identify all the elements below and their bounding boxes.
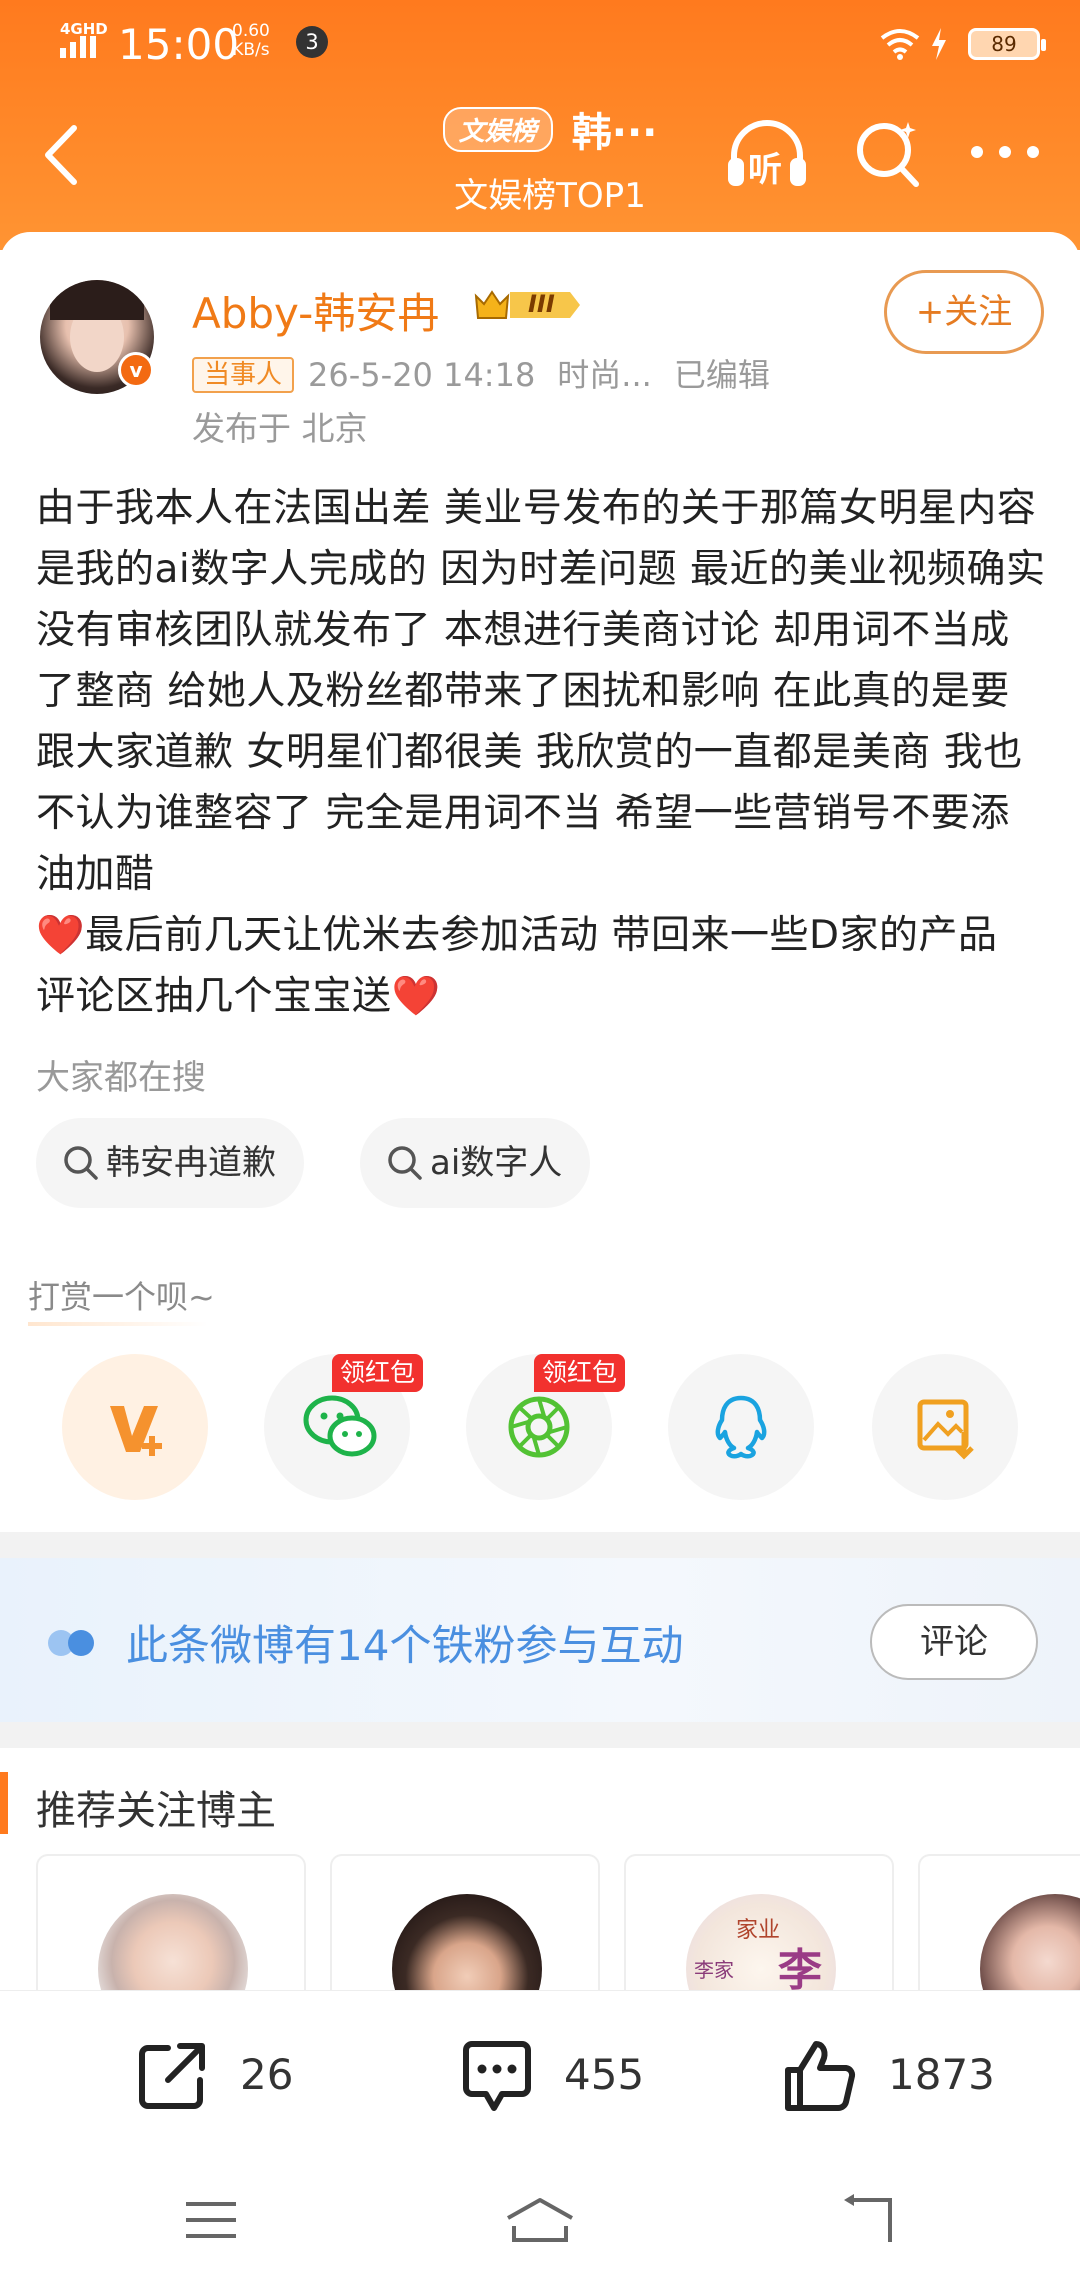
recommend-card[interactable]: 家业 李家 李 xyxy=(624,1854,894,2000)
comment-action-button[interactable]: 455 xyxy=(456,2036,656,2116)
vplus-tip-button[interactable] xyxy=(62,1354,208,1500)
moments-icon xyxy=(508,1396,570,1458)
speed-unit: KB/s xyxy=(232,40,270,60)
thumbs-up-icon xyxy=(785,2041,856,2111)
fans-icon xyxy=(48,1630,94,1656)
heart-emoji-end: ❤️ xyxy=(391,974,441,1019)
recommend-avatar-text: 家业 xyxy=(736,1918,781,1943)
search-chip-1[interactable]: 韩安冉道歉 xyxy=(36,1118,304,1208)
recommend-card[interactable] xyxy=(918,1854,1080,2000)
section-accent-bar xyxy=(0,1772,8,1834)
post-text-tail: 最后前几天让优米去参加活动 带回来一些D家的产品 评论区抽几个宝宝送 xyxy=(36,913,998,1019)
back-nav-icon[interactable] xyxy=(840,2194,894,2246)
battery-indicator: 89 xyxy=(968,28,1046,60)
search-chip-2[interactable]: ai数字人 xyxy=(360,1118,591,1208)
tip-label: 打赏一个呗~ xyxy=(28,1278,215,1316)
more-options-icon[interactable] xyxy=(965,140,1045,164)
notification-count-badge: 3 xyxy=(296,26,328,58)
search-chip-label: 韩安冉道歉 xyxy=(106,1143,276,1183)
section-divider xyxy=(0,1532,1080,1558)
tip-underline xyxy=(28,1322,208,1326)
like-button[interactable]: 1873 xyxy=(780,2036,1020,2116)
search-icon[interactable] xyxy=(852,116,924,192)
recommend-avatar-text: 李 xyxy=(778,1945,822,1996)
repost-button[interactable]: 26 xyxy=(132,2036,312,2116)
ranking-badge: 文娱榜 xyxy=(442,106,553,152)
recommend-avatar xyxy=(98,1894,248,2000)
back-arrow-icon[interactable] xyxy=(36,120,86,190)
recommend-avatar xyxy=(980,1894,1080,2000)
listen-label: 听 xyxy=(748,150,782,190)
post-text-main: 由于我本人在法国出差 美业号发布的关于那篇女明星内容 是我的ai数字人完成的 因… xyxy=(36,486,1046,897)
post-timestamp: 26-5-20 14:18 xyxy=(308,356,536,394)
qq-share-button[interactable] xyxy=(668,1354,814,1500)
topic-header[interactable]: 文娱榜 韩··· 文娱榜TOP1 xyxy=(400,100,700,217)
status-bar: 4GHD 15:00 0.60 KB/s 3 89 xyxy=(0,0,1080,90)
search-chip-label: ai数字人 xyxy=(430,1143,563,1183)
status-right: 89 xyxy=(880,24,1046,64)
speed-value: 0.60 xyxy=(232,21,270,41)
recommend-card[interactable] xyxy=(36,1854,306,2000)
search-icon xyxy=(64,1146,98,1180)
verified-badge-icon: v xyxy=(118,352,154,388)
section-divider xyxy=(0,1722,1080,1748)
fans-interaction-text: 此条微博有14个铁粉参与互动 xyxy=(126,1621,684,1670)
level-crown-badge: III xyxy=(472,286,584,324)
system-nav-bar xyxy=(0,2164,1080,2280)
wifi-icon xyxy=(880,29,920,60)
wechat-icon xyxy=(303,1395,377,1457)
follow-button[interactable]: +关注 xyxy=(884,270,1044,354)
recommend-avatar xyxy=(392,1894,542,2000)
post-source[interactable]: 时尚... xyxy=(557,356,652,394)
role-tag: 当事人 xyxy=(192,357,295,393)
heart-emoji: ❤️ xyxy=(36,913,86,958)
recommend-avatar-text: 李家 xyxy=(694,1958,734,1982)
charging-icon xyxy=(932,28,946,60)
redpack-tag[interactable]: 领红包 xyxy=(534,1354,626,1392)
signal-icon: 4GHD xyxy=(58,20,108,62)
repost-count: 26 xyxy=(240,2050,294,2099)
save-image-button[interactable] xyxy=(872,1354,1018,1500)
post-location: 发布于 北京 xyxy=(192,409,368,448)
qq-icon xyxy=(715,1395,767,1459)
level-badge-text: III xyxy=(528,290,555,318)
recommend-card[interactable] xyxy=(330,1854,600,2000)
trending-searches-label: 大家都在搜 xyxy=(36,1058,206,1098)
network-speed: 0.60 KB/s xyxy=(232,22,270,60)
topic-subtitle: 文娱榜TOP1 xyxy=(454,176,646,216)
comment-button[interactable]: 评论 xyxy=(870,1604,1038,1680)
post-meta: 当事人 26-5-20 14:18 时尚... 已编辑 xyxy=(192,350,792,396)
save-image-icon xyxy=(917,1399,974,1460)
vplus-icon xyxy=(110,1406,162,1456)
search-icon xyxy=(388,1146,422,1180)
author-name[interactable]: Abby-韩安冉 xyxy=(192,280,439,341)
status-time: 15:00 xyxy=(118,20,240,69)
recommend-title: 推荐关注博主 xyxy=(36,1788,276,1834)
post-body: 由于我本人在法国出差 美业号发布的关于那篇女明星内容 是我的ai数字人完成的 因… xyxy=(36,478,1046,1027)
redpack-tag[interactable]: 领红包 xyxy=(332,1354,424,1392)
home-icon[interactable] xyxy=(504,2196,576,2244)
comment-count: 455 xyxy=(564,2050,645,2099)
like-count: 1873 xyxy=(888,2050,995,2099)
edited-label[interactable]: 已编辑 xyxy=(674,356,770,394)
topic-title: 韩··· xyxy=(571,110,658,156)
menu-icon[interactable] xyxy=(184,2200,238,2240)
listen-button[interactable]: 听 xyxy=(724,118,810,190)
recommend-avatar: 家业 李家 李 xyxy=(686,1894,836,2000)
comment-icon xyxy=(463,2041,531,2111)
repost-icon xyxy=(139,2043,205,2109)
